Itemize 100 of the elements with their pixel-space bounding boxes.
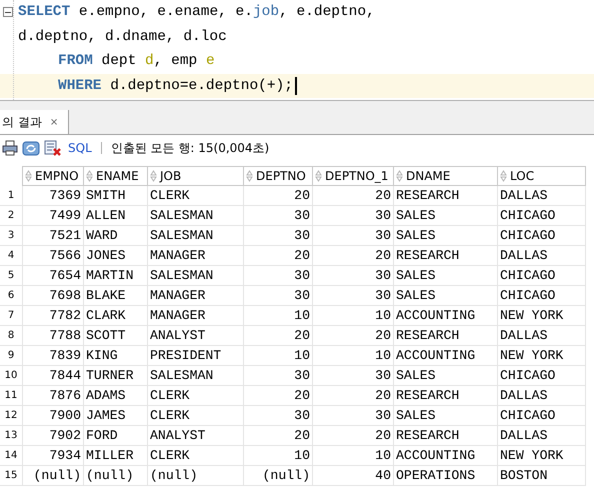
table-cell: 30 bbox=[244, 206, 312, 226]
table-cell: SALES bbox=[394, 366, 498, 386]
code-line: WHERE d.deptno=e.deptno(+); bbox=[58, 78, 293, 94]
table-cell: 30 bbox=[312, 226, 394, 246]
row-number: 4 bbox=[0, 246, 22, 266]
code-line: SELECT e.empno, e.ename, e.job, e.deptno, bbox=[18, 4, 375, 20]
table-cell: 7521 bbox=[22, 226, 84, 246]
table-cell: ADAMS bbox=[84, 386, 148, 406]
table-cell: CHICAGO bbox=[498, 286, 586, 306]
table-cell: NEW YORK bbox=[498, 306, 586, 326]
table-cell: DALLAS bbox=[498, 246, 586, 266]
table-cell: WARD bbox=[84, 226, 148, 246]
table-cell: 7782 bbox=[22, 306, 84, 326]
row-number: 14 bbox=[0, 446, 22, 466]
sort-icon bbox=[246, 170, 253, 182]
row-number: 7 bbox=[0, 306, 22, 326]
sort-icon bbox=[86, 170, 93, 182]
row-number: 6 bbox=[0, 286, 22, 306]
table-cell: 7566 bbox=[22, 246, 84, 266]
column-header[interactable]: DEPTNO_1 bbox=[312, 166, 394, 186]
table-cell: SALES bbox=[394, 406, 498, 426]
clear-icon[interactable] bbox=[44, 140, 62, 156]
row-number: 5 bbox=[0, 266, 22, 286]
table-cell: SALESMAN bbox=[148, 266, 244, 286]
table-cell: 7499 bbox=[22, 206, 84, 226]
table-cell: 20 bbox=[312, 386, 394, 406]
table-cell: 20 bbox=[312, 186, 394, 206]
table-cell: 7788 bbox=[22, 326, 84, 346]
column-header[interactable]: JOB bbox=[148, 166, 244, 186]
table-cell: BLAKE bbox=[84, 286, 148, 306]
column-header[interactable]: DNAME bbox=[394, 166, 498, 186]
table-cell: 7900 bbox=[22, 406, 84, 426]
column-header[interactable]: EMPNO bbox=[22, 166, 84, 186]
table-cell: 10 bbox=[312, 306, 394, 326]
table-cell: (null) bbox=[244, 466, 312, 486]
collapse-icon[interactable] bbox=[3, 7, 13, 18]
code-line: FROM dept d, emp e bbox=[58, 53, 215, 70]
table-cell: 30 bbox=[312, 266, 394, 286]
table-cell: 30 bbox=[312, 206, 394, 226]
close-icon[interactable]: × bbox=[50, 116, 58, 128]
row-number: 1 bbox=[0, 186, 22, 206]
table-cell: 7369 bbox=[22, 186, 84, 206]
column-header[interactable]: ENAME bbox=[84, 166, 148, 186]
table-cell: ACCOUNTING bbox=[394, 346, 498, 366]
table-cell: SALES bbox=[394, 286, 498, 306]
results-tab[interactable]: 의 결과 × bbox=[0, 110, 70, 134]
table-cell: 7844 bbox=[22, 366, 84, 386]
status-text: 인출된 모든 행: 15(0,004초) bbox=[110, 140, 270, 156]
table-cell: ALLEN bbox=[84, 206, 148, 226]
row-number: 2 bbox=[0, 206, 22, 226]
table-cell: ACCOUNTING bbox=[394, 446, 498, 466]
refresh-icon[interactable] bbox=[22, 140, 40, 156]
table-cell: ANALYST bbox=[148, 326, 244, 346]
table-cell: 30 bbox=[312, 406, 394, 426]
table-cell: CHICAGO bbox=[498, 266, 586, 286]
sql-link[interactable]: SQL bbox=[68, 141, 92, 155]
printer-icon[interactable] bbox=[2, 140, 18, 156]
table-cell: CLERK bbox=[148, 406, 244, 426]
table-cell: JAMES bbox=[84, 406, 148, 426]
table-cell: CHICAGO bbox=[498, 206, 586, 226]
table-cell: CHICAGO bbox=[498, 406, 586, 426]
table-cell: MARTIN bbox=[84, 266, 148, 286]
table-cell: RESEARCH bbox=[394, 326, 498, 346]
table-cell: 30 bbox=[244, 406, 312, 426]
table-cell: 30 bbox=[312, 286, 394, 306]
row-number: 10 bbox=[0, 366, 22, 386]
row-number: 9 bbox=[0, 346, 22, 366]
table-cell: 7876 bbox=[22, 386, 84, 406]
table-cell: 10 bbox=[312, 346, 394, 366]
table-cell: CHICAGO bbox=[498, 366, 586, 386]
column-header[interactable]: LOC bbox=[498, 166, 586, 186]
table-cell: 20 bbox=[312, 326, 394, 346]
table-cell: 7839 bbox=[22, 346, 84, 366]
table-cell: JONES bbox=[84, 246, 148, 266]
table-cell: MANAGER bbox=[148, 246, 244, 266]
table-cell: 20 bbox=[312, 246, 394, 266]
table-cell: 40 bbox=[312, 466, 394, 486]
table-cell: DALLAS bbox=[498, 386, 586, 406]
table-cell: 30 bbox=[244, 226, 312, 246]
table-cell: 7698 bbox=[22, 286, 84, 306]
column-header[interactable]: DEPTNO bbox=[244, 166, 312, 186]
table-cell: DALLAS bbox=[498, 326, 586, 346]
table-cell: 30 bbox=[244, 266, 312, 286]
table-cell: DALLAS bbox=[498, 426, 586, 446]
table-cell: BOSTON bbox=[498, 466, 586, 486]
row-number: 11 bbox=[0, 386, 22, 406]
table-cell: CLERK bbox=[148, 186, 244, 206]
code-line: d.deptno, d.dname, d.loc bbox=[18, 28, 227, 45]
table-cell: RESEARCH bbox=[394, 386, 498, 406]
table-cell: 20 bbox=[244, 386, 312, 406]
table-cell: 20 bbox=[244, 326, 312, 346]
table-cell: 30 bbox=[312, 366, 394, 386]
table-cell: MANAGER bbox=[148, 286, 244, 306]
table-cell: 10 bbox=[312, 446, 394, 466]
table-cell: 20 bbox=[244, 246, 312, 266]
table-cell: 7934 bbox=[22, 446, 84, 466]
sql-editor[interactable]: SELECT e.empno, e.ename, e.job, e.deptno, d.deptno, d.dname, d.loc FROM dept d, emp e WHERE d.deptno=e.deptno(+); bbox=[0, 0, 594, 101]
table-cell: (null) bbox=[22, 466, 84, 486]
table-cell: SMITH bbox=[84, 186, 148, 206]
row-number: 15 bbox=[0, 466, 22, 486]
